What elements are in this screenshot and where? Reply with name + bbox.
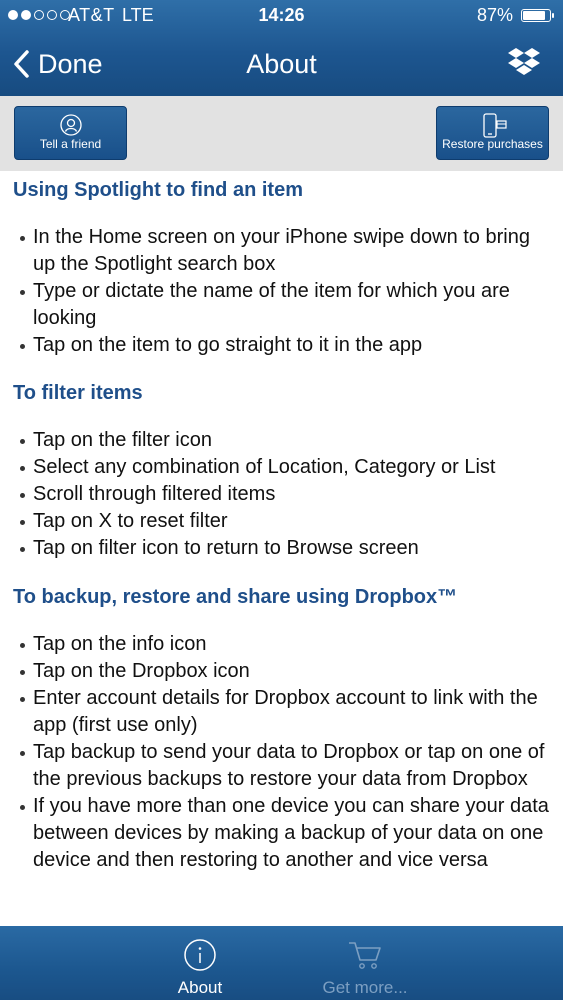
list-item: If you have more than one device you can… — [0, 793, 563, 874]
filter-list: Tap on the filter icon Select any combin… — [0, 427, 563, 562]
list-item: In the Home screen on your iPhone swipe … — [0, 224, 563, 278]
device-icon — [482, 113, 507, 138]
spotlight-list: In the Home screen on your iPhone swipe … — [0, 224, 563, 359]
list-item: Scroll through filtered items — [0, 481, 563, 508]
section-heading-dropbox: To backup, restore and share using Dropb… — [13, 586, 458, 608]
dropbox-icon — [508, 48, 540, 75]
page-title: About — [246, 49, 317, 79]
list-item: Enter account details for Dropbox accoun… — [0, 685, 563, 739]
cart-icon — [349, 942, 381, 969]
about-content[interactable]: Using Spotlight to find an item In the H… — [0, 171, 563, 926]
tell-a-friend-label: Tell a friend — [39, 137, 102, 151]
tell-a-friend-button[interactable]: Tell a friend — [14, 106, 127, 160]
dropbox-button[interactable] — [507, 46, 541, 80]
battery-percent: 87% — [476, 5, 513, 25]
action-strip: Tell a friend Restore purchases — [0, 96, 563, 171]
restore-purchases-label: Restore purchases — [442, 137, 543, 151]
list-item: Tap on the Dropbox icon — [0, 658, 563, 685]
tab-get-more-label: Get more... — [322, 978, 408, 997]
section-heading-spotlight: Using Spotlight to find an item — [13, 179, 303, 201]
restore-purchases-button[interactable]: Restore purchases — [436, 106, 549, 160]
top-bar: AT&T LTE 14:26 87% Done About — [0, 0, 563, 96]
battery-icon — [521, 9, 554, 22]
list-item: Tap on the filter icon — [0, 427, 563, 454]
dropbox-list: Tap on the info icon Tap on the Dropbox … — [0, 631, 563, 874]
tab-get-more[interactable]: Get more... — [295, 926, 435, 1000]
list-item: Type or dictate the name of the item for… — [0, 278, 563, 332]
battery-level — [523, 11, 546, 20]
status-bar: AT&T LTE 14:26 87% — [0, 0, 563, 32]
tab-about-label: About — [177, 978, 223, 997]
list-item: Select any combination of Location, Cate… — [0, 454, 563, 481]
list-item: Tap on the info icon — [0, 631, 563, 658]
list-item: Tap on filter icon to return to Browse s… — [0, 535, 563, 562]
tab-bar: About Get more... — [0, 926, 563, 1000]
list-item: Tap backup to send your data to Dropbox … — [0, 739, 563, 793]
tab-about[interactable]: About — [130, 926, 270, 1000]
list-item: Tap on the item to go straight to it in … — [0, 332, 563, 359]
navigation-bar: Done About — [0, 32, 563, 96]
section-heading-filter: To filter items — [13, 382, 143, 404]
list-item: Tap on X to reset filter — [0, 508, 563, 535]
info-icon — [184, 939, 216, 971]
friend-icon — [59, 114, 82, 136]
